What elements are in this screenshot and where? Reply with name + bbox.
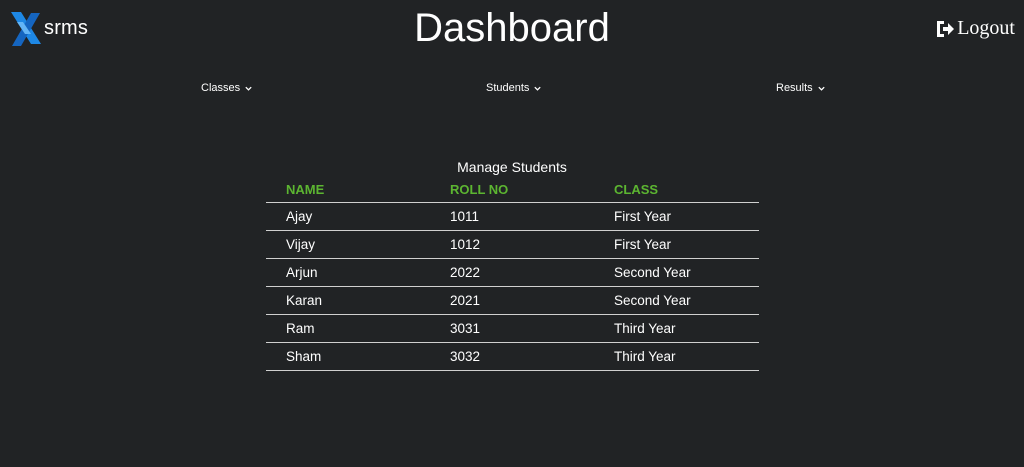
dashboard-page: srms Dashboard Logout Classes Students R… — [0, 0, 1024, 467]
nav-results-label: Results — [776, 82, 813, 94]
cell-name: Ram — [266, 314, 430, 343]
logout-label: Logout — [957, 17, 1015, 39]
column-header-roll-no: ROLL NO — [430, 177, 594, 203]
nav-students-label: Students — [486, 82, 530, 94]
cell-roll-no: 2022 — [430, 258, 594, 287]
table-row: Arjun 2022 Second Year — [266, 258, 759, 287]
nav-classes-dropdown[interactable]: Classes — [201, 82, 253, 94]
cell-name: Vijay — [266, 230, 430, 259]
cell-roll-no: 3031 — [430, 314, 594, 343]
cell-class: Third Year — [594, 342, 759, 371]
page-title: Dashboard — [414, 6, 610, 50]
column-header-name: NAME — [266, 177, 430, 203]
nav-results-dropdown[interactable]: Results — [776, 82, 826, 94]
chevron-down-icon — [245, 86, 252, 91]
students-table: NAME ROLL NO CLASS Ajay 1011 First Year … — [266, 177, 759, 371]
manage-students-heading: Manage Students — [457, 159, 567, 175]
cell-name: Sham — [266, 342, 430, 371]
cell-roll-no: 2021 — [430, 286, 594, 315]
nav-classes-label: Classes — [201, 82, 241, 94]
cell-class: Second Year — [594, 258, 759, 287]
chevron-down-icon — [534, 86, 542, 91]
cell-name: Ajay — [266, 202, 430, 231]
chevron-down-icon — [818, 86, 825, 91]
sign-out-icon — [937, 20, 955, 37]
table-row: Vijay 1012 First Year — [266, 230, 759, 259]
cell-roll-no: 1011 — [430, 202, 594, 231]
table-row: Ajay 1011 First Year — [266, 202, 759, 231]
logout-button[interactable]: Logout — [935, 17, 1015, 40]
cell-class: First Year — [594, 202, 759, 231]
cell-class: Third Year — [594, 314, 759, 343]
cell-name: Karan — [266, 286, 430, 315]
nav-students-dropdown[interactable]: Students — [486, 82, 542, 94]
table-row: Sham 3032 Third Year — [266, 342, 759, 371]
cell-name: Arjun — [266, 258, 430, 287]
column-header-class: CLASS — [594, 177, 759, 203]
main-nav: Classes Students Results — [0, 82, 1024, 98]
table-header-row: NAME ROLL NO CLASS — [266, 177, 759, 203]
table-row: Karan 2021 Second Year — [266, 286, 759, 315]
cell-class: First Year — [594, 230, 759, 259]
cell-roll-no: 3032 — [430, 342, 594, 371]
table-row: Ram 3031 Third Year — [266, 314, 759, 343]
cell-class: Second Year — [594, 286, 759, 315]
cell-roll-no: 1012 — [430, 230, 594, 259]
